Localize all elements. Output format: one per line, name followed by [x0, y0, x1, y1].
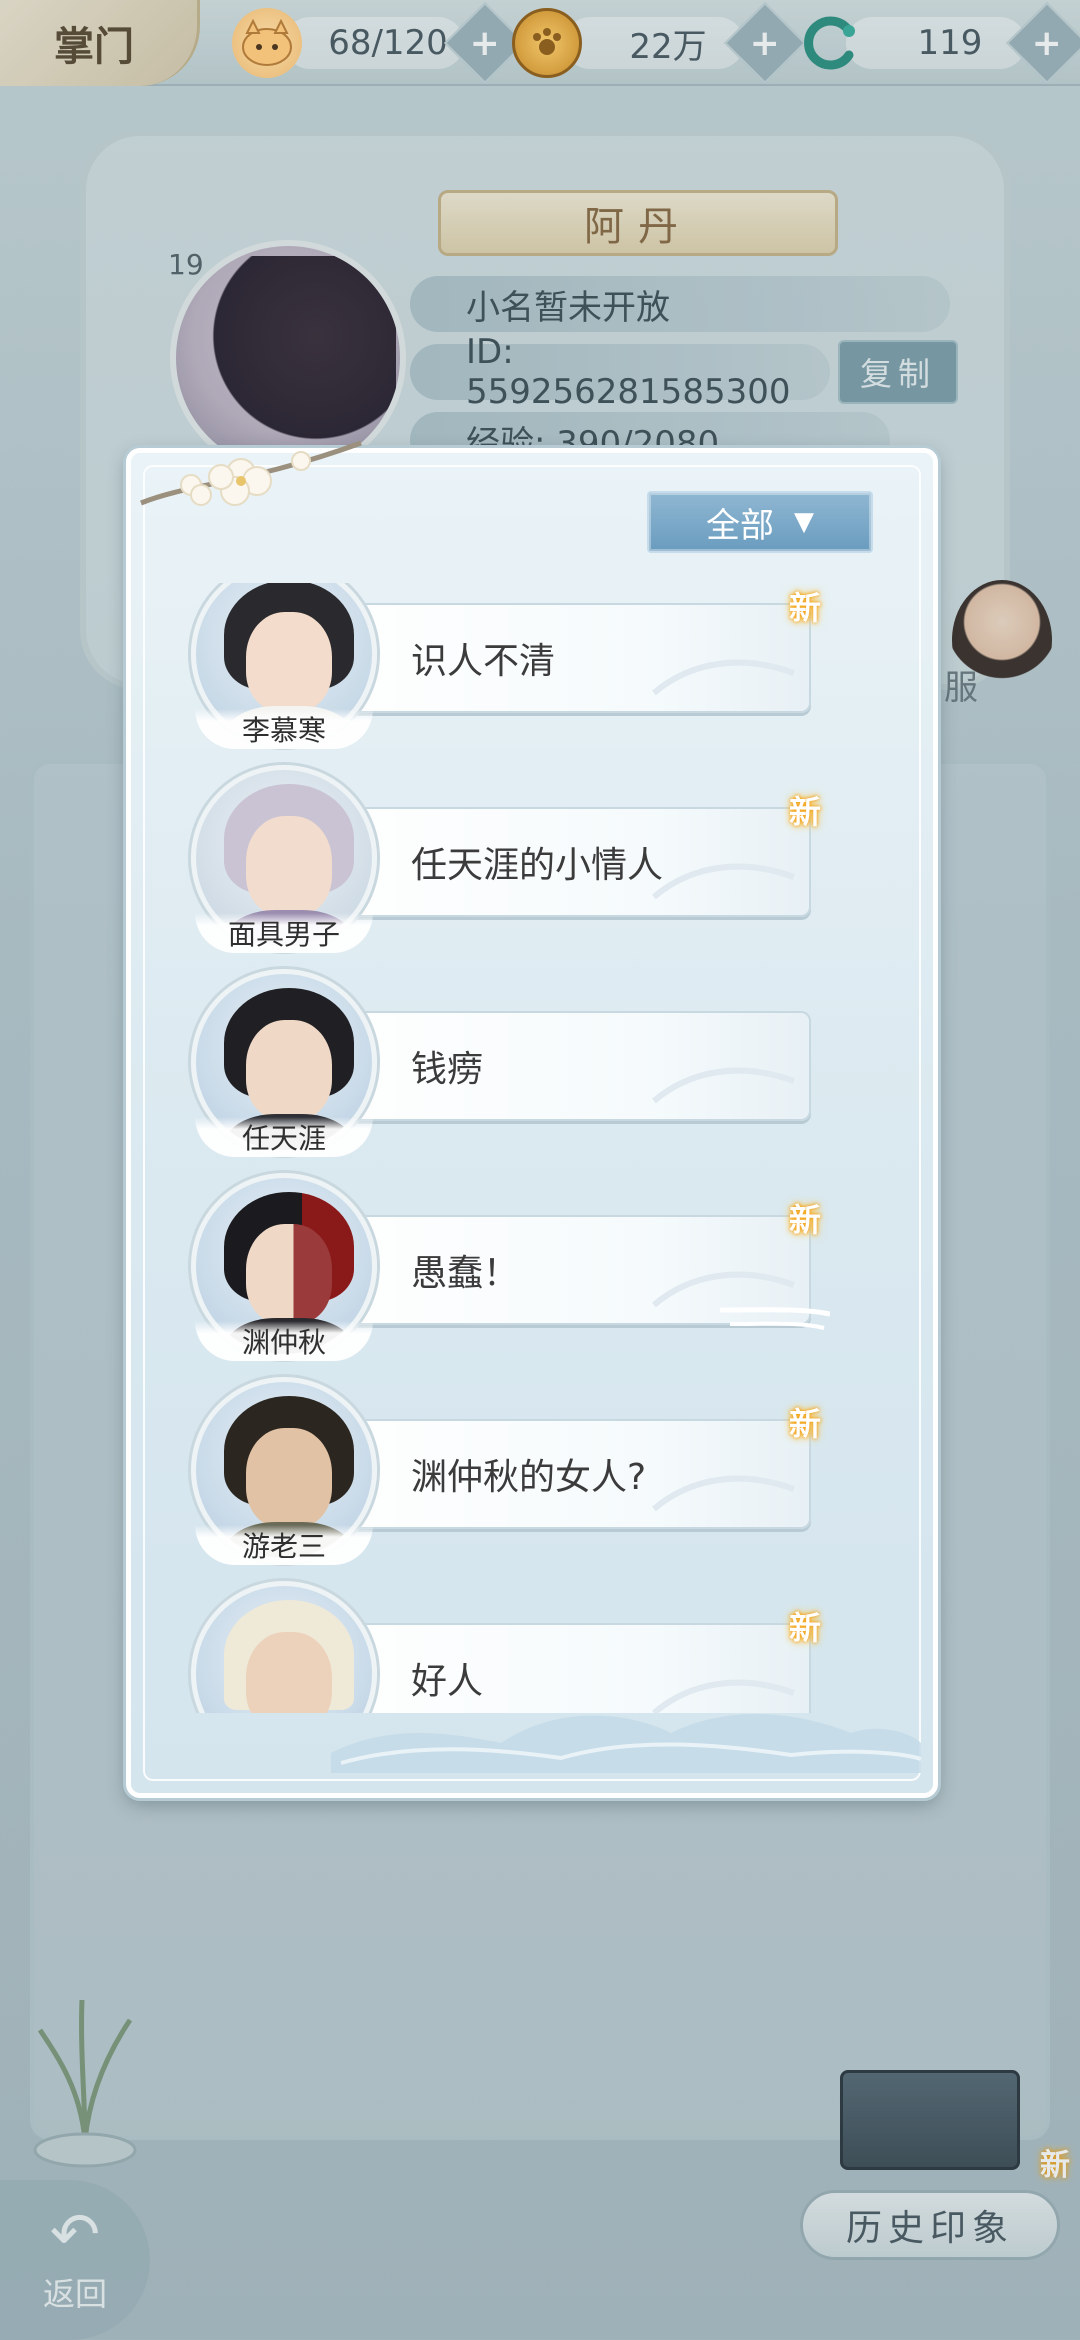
impression-bubble: 任天涯的小情人	[311, 807, 811, 917]
impression-bubble: 钱痨	[311, 1011, 811, 1121]
cloud-decoration	[331, 1714, 921, 1773]
plum-blossom-icon	[140, 440, 362, 506]
impression-text: 识人不清	[411, 641, 556, 682]
character-name: 面具男子	[195, 913, 373, 953]
impression-list[interactable]: 识人不清 新 李慕寒 任天涯的小情人 新 面具男子 钱痨 任天涯 愚蠢！ 新 渊…	[181, 583, 881, 1713]
impression-text: 钱痨	[411, 1049, 484, 1090]
filter-label: 全部	[706, 505, 774, 546]
new-badge: 新	[789, 1405, 822, 1443]
new-badge: 新	[789, 1609, 822, 1647]
jade-dragon-icon	[794, 8, 864, 78]
character-name: 任天涯	[195, 1117, 373, 1157]
new-badge: 新	[789, 589, 822, 627]
list-item[interactable]: 识人不清 新 李慕寒	[181, 583, 881, 751]
new-badge: 新	[789, 1201, 822, 1239]
filter-dropdown[interactable]: 全部 ▼	[647, 491, 873, 553]
list-item[interactable]: 渊仲秋的女人? 新 游老三	[181, 1377, 881, 1567]
character-name: 游老三	[195, 1525, 373, 1565]
new-badge: 新	[789, 793, 822, 831]
chevron-down-icon: ▼	[794, 507, 814, 537]
wind-swoosh-icon	[720, 1307, 830, 1330]
list-item[interactable]: 钱痨 任天涯	[181, 969, 881, 1159]
character-name: 渊仲秋	[195, 1321, 373, 1361]
impression-bubble: 渊仲秋的女人?	[311, 1419, 811, 1529]
cat-face-icon	[232, 8, 302, 78]
character-name: 李慕寒	[195, 709, 373, 749]
impression-text: 愚蠢！	[411, 1253, 520, 1294]
impression-text: 渊仲秋的女人?	[411, 1457, 647, 1498]
impression-list-modal: 全部 ▼ 识人不清 新 李慕寒 任天涯的小情人 新 面具男子 钱痨 任天涯 愚蠢…	[126, 440, 938, 1798]
paw-coin-icon	[512, 8, 582, 78]
list-item[interactable]: 任天涯的小情人 新 面具男子	[181, 765, 881, 955]
impression-text: 任天涯的小情人	[411, 845, 664, 886]
impression-bubble: 识人不清	[311, 603, 811, 713]
